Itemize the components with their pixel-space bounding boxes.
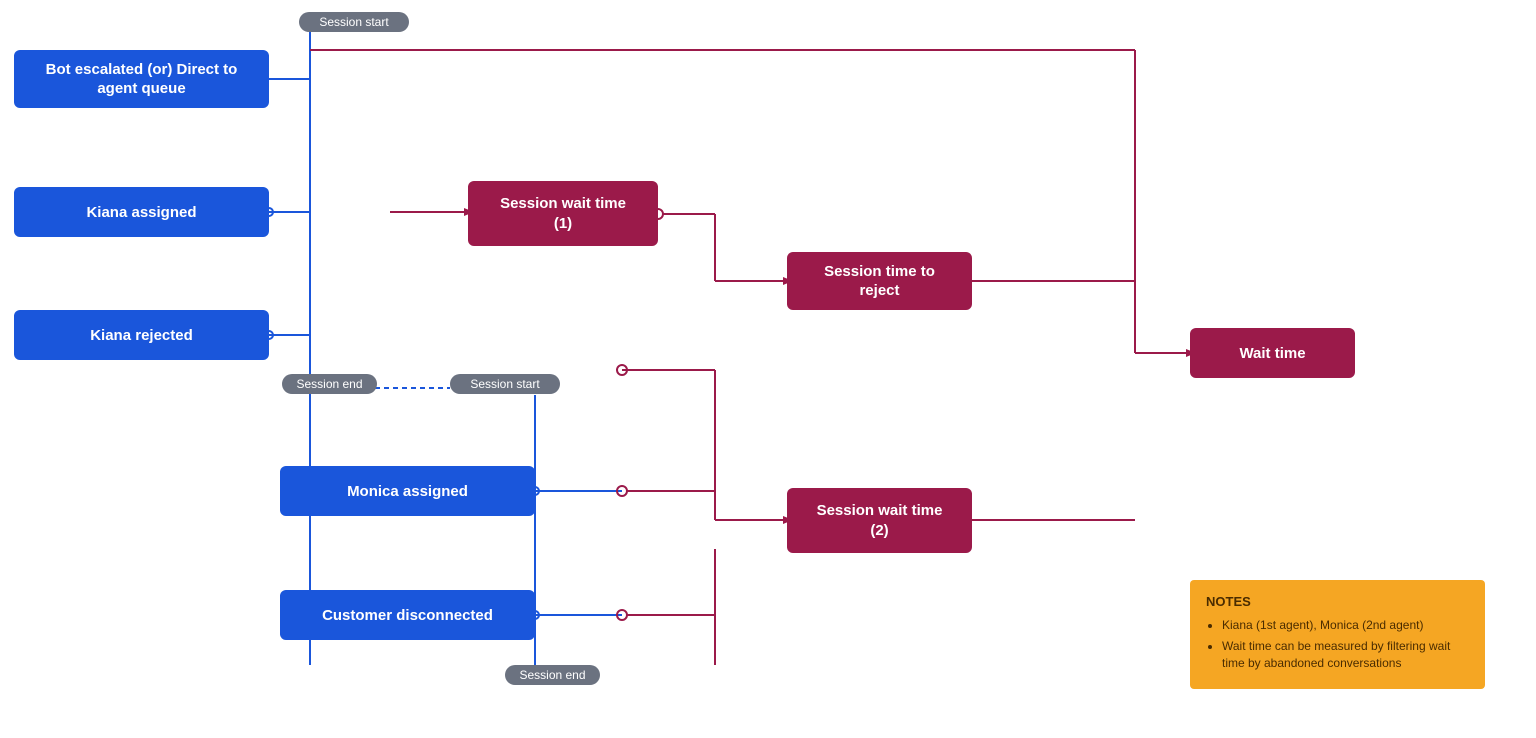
wait-time-box: Wait time <box>1190 328 1355 378</box>
note-item-1: Kiana (1st agent), Monica (2nd agent) <box>1222 617 1469 634</box>
session-wait-time-1-box: Session wait time(1) <box>468 181 658 246</box>
kiana-assigned-box: Kiana assigned <box>14 187 269 237</box>
session-wait-time-2-box: Session wait time(2) <box>787 488 972 553</box>
note-item-2: Wait time can be measured by filtering w… <box>1222 638 1469 672</box>
session-start-2-pill: Session start <box>450 374 560 394</box>
session-end-2-pill: Session end <box>505 665 600 685</box>
session-time-to-reject-box: Session time toreject <box>787 252 972 310</box>
kiana-rejected-box: Kiana rejected <box>14 310 269 360</box>
notes-title: NOTES <box>1206 594 1469 609</box>
customer-disconnected-box: Customer disconnected <box>280 590 535 640</box>
monica-assigned-box: Monica assigned <box>280 466 535 516</box>
notes-box: NOTES Kiana (1st agent), Monica (2nd age… <box>1190 580 1485 689</box>
diagram-container: Bot escalated (or) Direct to agent queue… <box>0 0 1536 738</box>
bot-escalated-box: Bot escalated (or) Direct to agent queue <box>14 50 269 108</box>
session-start-top-pill: Session start <box>299 12 409 32</box>
session-end-1-pill: Session end <box>282 374 377 394</box>
